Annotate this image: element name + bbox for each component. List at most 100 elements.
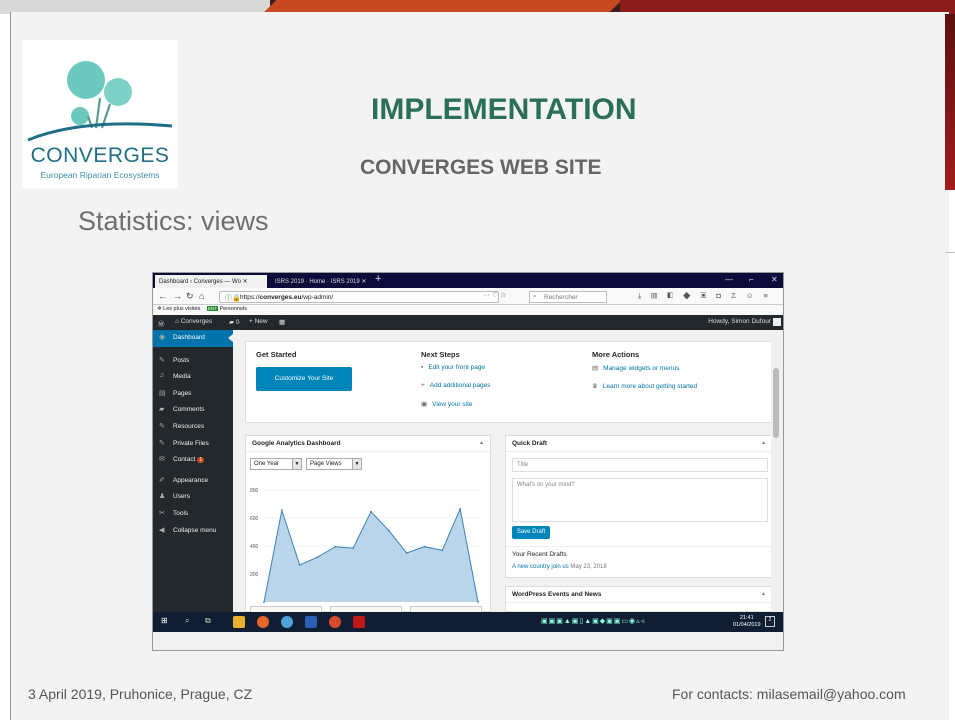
sidebar-item-label: Pages xyxy=(173,389,192,397)
url-bar[interactable]: ⓘ🔒 https://converges.eu/wp-admin/ xyxy=(219,291,499,303)
add-pages-link[interactable]: + Add additional pages xyxy=(421,382,491,389)
system-tray-icons[interactable]: ▣▣▣▲▣▯▲▣◆▣▣▭◉▵◃ xyxy=(541,617,645,625)
sidebar-item-tools[interactable]: ✂ Tools xyxy=(153,506,233,523)
bookmark-ent[interactable]: Personnels xyxy=(220,306,248,312)
howdy-user[interactable]: Howdy, Simon Dufour xyxy=(708,318,771,325)
sidebar-item-dashboard[interactable]: ◉ Dashboard xyxy=(153,330,233,347)
pin-icon: ✎ xyxy=(159,422,165,430)
divider xyxy=(506,546,772,547)
taskbar-clock[interactable]: 21:41 01/04/2019 xyxy=(733,615,761,629)
page-icon: ▤ xyxy=(159,389,166,397)
sidebar-item-collapse[interactable]: ◀ Collapse menu xyxy=(153,523,233,540)
learn-more-link[interactable]: ♛ Learn more about getting started xyxy=(592,382,697,390)
comments-menu[interactable]: ▰ 0 xyxy=(229,318,239,326)
file-explorer-icon[interactable] xyxy=(233,616,245,628)
sidebar-item-appearance[interactable]: ✐ Appearance xyxy=(153,473,233,490)
sidebar-item-label: Posts xyxy=(173,356,190,364)
tab-isrs[interactable]: ISRS 2019 · Home · ISRS 2019 ✕ xyxy=(271,275,371,288)
period-select[interactable]: One Year ▼ xyxy=(250,458,302,470)
sidebar-item-contact[interactable]: ✉ Contact 1 xyxy=(153,452,233,469)
close-icon[interactable]: ✕ xyxy=(361,279,366,285)
link-label: Edit your front page xyxy=(428,364,486,371)
media-icon: ♫ xyxy=(159,372,165,380)
logo-name: CONVERGES xyxy=(30,144,170,167)
draft-item[interactable]: A new country join us May 23, 2018 xyxy=(512,564,607,570)
windows-start-icon[interactable]: ⊞ xyxy=(161,616,168,625)
tab-dashboard[interactable]: Dashboard ‹ Converges — Wo ✕ xyxy=(155,275,267,288)
sidebar-item-users[interactable]: ♟ Users xyxy=(153,489,233,506)
wordpress-logo-icon[interactable]: Ⓦ xyxy=(158,318,165,328)
scrollbar-thumb[interactable] xyxy=(773,368,779,438)
chevron-down-icon: ▼ xyxy=(292,459,301,469)
sidebar-item-label: Appearance xyxy=(173,476,209,484)
search-icon: ⌕ xyxy=(533,293,537,300)
reload-icon[interactable]: ↻ xyxy=(186,291,194,302)
pin-icon: ✎ xyxy=(159,439,165,447)
contact-count-badge: 1 xyxy=(197,457,205,464)
search-icon[interactable]: ⌕ xyxy=(185,616,189,626)
sidebar-item-posts[interactable]: ✎ Posts xyxy=(153,353,233,370)
task-view-icon[interactable]: ⧉ xyxy=(205,616,211,626)
site-name: Converges xyxy=(180,318,213,325)
slide-right-band xyxy=(945,14,955,190)
firefox-icon[interactable] xyxy=(257,616,269,628)
metric-select[interactable]: Page Views ▼ xyxy=(306,458,362,470)
collapse-arrow-icon[interactable]: ▲ xyxy=(761,591,766,597)
save-draft-button[interactable]: Save Draft xyxy=(512,526,550,539)
browser-tab-bar: Dashboard ‹ Converges — Wo ✕ ISRS 2019 ·… xyxy=(153,273,783,288)
plus-icon: + xyxy=(421,382,425,389)
sidebar-item-comments[interactable]: ▰ Comments xyxy=(153,402,233,419)
search-input[interactable]: ⌕ Rechercher xyxy=(529,291,607,303)
manage-widgets-link[interactable]: ▤ Manage widgets or menus xyxy=(592,364,679,372)
new-tab-icon[interactable]: + xyxy=(375,273,381,285)
close-icon[interactable]: ✕ xyxy=(243,279,248,285)
close-window-icon[interactable]: ✕ xyxy=(771,275,778,284)
sidebar-item-pages[interactable]: ▤ Pages xyxy=(153,386,233,403)
avatar[interactable] xyxy=(773,318,781,326)
draft-link[interactable]: A new country join us xyxy=(512,564,569,570)
windows-taskbar: ⊞ ⌕ ⧉ ▣▣▣▲▣▯▲▣◆▣▣▭◉▵◃ 21:41 01/04/2019 2 xyxy=(153,612,783,632)
events-title: WordPress Events and News xyxy=(512,591,602,598)
url-path: /wp-admin/ xyxy=(301,294,334,301)
restore-icon[interactable]: ⌐ xyxy=(749,275,754,284)
minimize-icon[interactable]: — xyxy=(725,275,733,284)
app-icon[interactable] xyxy=(281,616,293,628)
home-icon[interactable]: ⌂ xyxy=(199,291,204,301)
page-scrollbar[interactable] xyxy=(771,330,781,612)
draft-date: May 23, 2018 xyxy=(570,564,607,570)
forward-icon[interactable]: → xyxy=(173,291,182,301)
sidebar-item-media[interactable]: ♫ Media xyxy=(153,369,233,386)
chrome-icon[interactable] xyxy=(329,616,341,628)
sidebar-item-private-files[interactable]: ✎ Private Files xyxy=(153,436,233,453)
footer-contact: For contacts: milasemail@yahoo.com xyxy=(672,686,906,702)
url-actions-icons[interactable]: ··· ♡ ☆ xyxy=(483,291,506,299)
tab-label: Dashboard ‹ Converges — Wo xyxy=(159,279,241,285)
sidebar-item-label: Collapse menu xyxy=(173,526,217,534)
collapse-arrow-icon[interactable]: ▲ xyxy=(479,440,484,446)
slide-right-line xyxy=(945,252,955,253)
collapse-icon: ◀ xyxy=(159,526,165,534)
link-label: Manage widgets or menus xyxy=(603,365,680,372)
recent-drafts-heading: Your Recent Drafts xyxy=(512,551,567,558)
page-views-chart: 200 400 600 800 xyxy=(250,488,479,603)
draft-content-input[interactable]: What's on your mind? xyxy=(512,478,768,522)
converges-logo: CONVERGES European Riparian Ecosystems xyxy=(22,40,178,188)
collapse-arrow-icon[interactable]: ▲ xyxy=(761,440,766,446)
dashboard-icon: ◉ xyxy=(159,334,166,341)
notification-icon[interactable]: 2 xyxy=(765,616,775,627)
y-tick-label: 800 xyxy=(250,488,259,494)
edit-front-page-link[interactable]: ▪ Edit your front page xyxy=(421,364,485,371)
customize-button[interactable]: Customize Your Site xyxy=(256,367,352,391)
toolbar-icons[interactable]: ⤓ ▥ ◧ ◆ ▣ ◘ ℤ ☺ ≡ xyxy=(638,291,772,301)
view-site-link[interactable]: ▣ View your site xyxy=(421,400,473,408)
bookmark-most-visited[interactable]: Les plus visités xyxy=(163,306,200,312)
site-menu[interactable]: ⌂ Converges xyxy=(175,318,212,325)
new-label: New xyxy=(254,318,268,325)
outlook-icon[interactable] xyxy=(305,616,317,628)
draft-title-input[interactable]: Title xyxy=(512,458,768,472)
plugin-icon[interactable]: ▦ xyxy=(279,318,285,326)
acrobat-icon[interactable] xyxy=(353,616,365,628)
new-menu[interactable]: + New xyxy=(249,318,268,325)
sidebar-item-resources[interactable]: ✎ Resources xyxy=(153,419,233,436)
back-icon[interactable]: ← xyxy=(158,291,167,301)
